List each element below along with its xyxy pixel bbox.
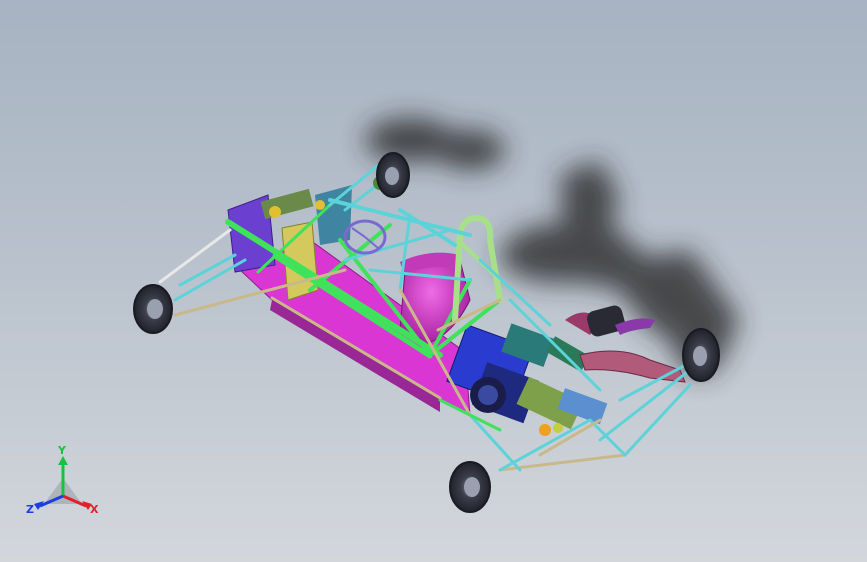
wheel-rear-left	[449, 461, 491, 513]
3d-viewport[interactable]	[0, 0, 867, 562]
wheel-front-left	[133, 284, 173, 334]
wheel-front-right	[376, 152, 410, 198]
steering-wheel	[343, 219, 387, 255]
x-axis-label: X	[90, 503, 99, 516]
y-axis-arrow-icon	[58, 456, 68, 465]
y-axis-label: Y	[58, 444, 66, 457]
axis-triad: Y X Z	[22, 444, 104, 524]
wheel-rear-right	[682, 328, 720, 382]
kart-chassis-model[interactable]	[133, 152, 720, 513]
z-axis-label: Z	[26, 503, 34, 516]
engine-assembly	[446, 323, 608, 436]
